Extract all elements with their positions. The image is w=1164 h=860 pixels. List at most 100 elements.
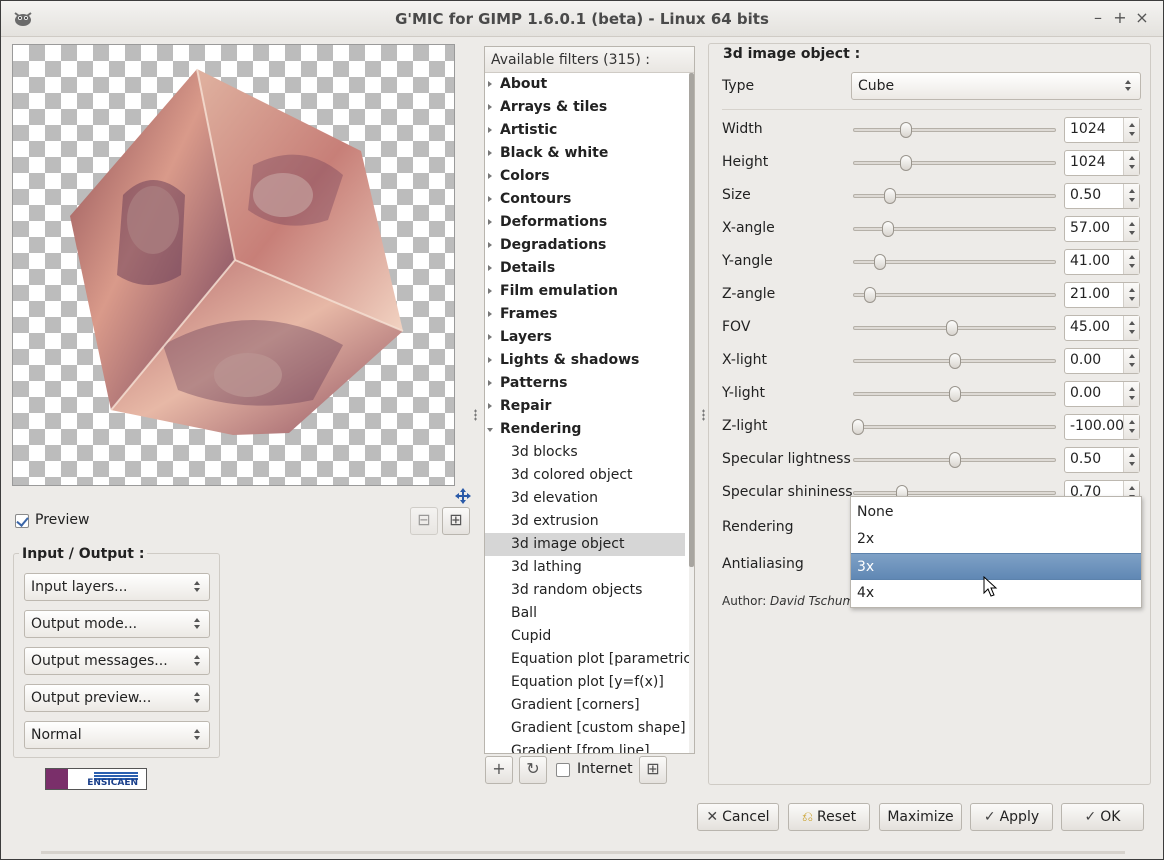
param-value[interactable]: -100.00 (1070, 418, 1124, 434)
output-mode-select[interactable]: Output mode... (24, 610, 210, 638)
preview-checkbox[interactable] (15, 514, 29, 528)
zoom-out-button[interactable]: ⊟ (410, 507, 438, 535)
param-spinbox[interactable]: 1024 (1064, 117, 1140, 143)
filter-item[interactable]: Equation plot [parametric] (485, 648, 694, 671)
param-slider[interactable] (853, 254, 1056, 270)
slider-handle[interactable] (948, 452, 961, 468)
output-preview-select[interactable]: Output preview... (24, 684, 210, 712)
ensicaen-logo[interactable]: ENSICAEN (45, 768, 147, 790)
filter-item[interactable]: 3d blocks (485, 441, 685, 464)
filter-category[interactable]: Frames (485, 303, 685, 326)
param-slider[interactable] (853, 485, 1056, 501)
spin-arrows-icon[interactable] (1123, 448, 1139, 472)
filter-category[interactable]: Details (485, 257, 685, 280)
param-spinbox[interactable]: -100.00 (1064, 414, 1140, 440)
collapsed-arrow-icon[interactable] (488, 334, 492, 340)
refresh-filters-button[interactable]: ↻ (519, 756, 547, 784)
add-fave-button[interactable]: + (485, 756, 513, 784)
spin-arrows-icon[interactable] (1123, 250, 1139, 274)
filter-item[interactable]: 3d colored object (485, 464, 685, 487)
slider-handle[interactable] (946, 320, 959, 336)
filter-category[interactable]: Deformations (485, 211, 685, 234)
param-slider[interactable] (853, 155, 1056, 171)
collapsed-arrow-icon[interactable] (488, 242, 492, 248)
param-spinbox[interactable]: 0.00 (1064, 381, 1140, 407)
minimize-button[interactable]: – (1089, 9, 1107, 27)
param-slider[interactable] (853, 353, 1056, 369)
spin-arrows-icon[interactable] (1123, 217, 1139, 241)
param-value[interactable]: 21.00 (1070, 286, 1110, 302)
maximize-button[interactable]: Maximize (879, 803, 962, 831)
filter-item-selected[interactable]: 3d image object (485, 533, 685, 556)
slider-handle[interactable] (864, 287, 877, 303)
param-spinbox[interactable]: 0.50 (1064, 183, 1140, 209)
collapsed-arrow-icon[interactable] (488, 380, 492, 386)
spin-arrows-icon[interactable] (1123, 382, 1139, 406)
filter-category[interactable]: Black & white (485, 142, 685, 165)
param-slider[interactable] (853, 122, 1056, 138)
maximize-window-button[interactable]: + (1111, 9, 1129, 27)
collapsed-arrow-icon[interactable] (488, 127, 492, 133)
spin-arrows-icon[interactable] (1123, 118, 1139, 142)
resize-grip[interactable] (41, 851, 1125, 854)
collapsed-arrow-icon[interactable] (488, 196, 492, 202)
spin-arrows-icon[interactable] (1123, 283, 1139, 307)
filter-category[interactable]: Film emulation (485, 280, 685, 303)
filter-category[interactable]: Degradations (485, 234, 685, 257)
slider-handle[interactable] (884, 188, 897, 204)
param-slider[interactable] (853, 452, 1056, 468)
filters-tree[interactable]: Available filters (315) : About Arrays & … (484, 46, 695, 754)
param-spinbox[interactable]: 41.00 (1064, 249, 1140, 275)
right-splitter-handle[interactable] (702, 409, 705, 421)
param-value[interactable]: 45.00 (1070, 319, 1110, 335)
collapsed-arrow-icon[interactable] (488, 265, 492, 271)
preview-canvas[interactable] (12, 44, 455, 486)
param-slider[interactable] (853, 287, 1056, 303)
filter-category[interactable]: Repair (485, 395, 685, 418)
ok-button[interactable]: ✓ OK (1061, 803, 1144, 831)
spin-arrows-icon[interactable] (1123, 349, 1139, 373)
spin-arrows-icon[interactable] (1123, 184, 1139, 208)
dropdown-option[interactable]: None (851, 499, 1141, 526)
filter-item[interactable]: Ball (485, 602, 685, 625)
param-spinbox[interactable]: 0.50 (1064, 447, 1140, 473)
collapsed-arrow-icon[interactable] (488, 104, 492, 110)
filters-scrollbar-thumb[interactable] (689, 73, 694, 567)
collapsed-arrow-icon[interactable] (488, 357, 492, 363)
filter-category[interactable]: Layers (485, 326, 685, 349)
spin-arrows-icon[interactable] (1123, 415, 1139, 439)
spin-arrows-icon[interactable] (1123, 151, 1139, 175)
param-value[interactable]: 0.00 (1070, 385, 1101, 401)
param-slider[interactable] (853, 386, 1056, 402)
filter-category[interactable]: Artistic (485, 119, 685, 142)
reset-button[interactable]: ⎌ Reset (788, 803, 870, 831)
param-spinbox[interactable]: 1024 (1064, 150, 1140, 176)
filter-item[interactable]: 3d elevation (485, 487, 685, 510)
filter-item[interactable]: Cupid (485, 625, 685, 648)
slider-handle[interactable] (948, 386, 961, 402)
left-splitter-handle[interactable] (474, 409, 477, 421)
collapsed-arrow-icon[interactable] (488, 150, 492, 156)
param-value[interactable]: 1024 (1070, 121, 1106, 137)
param-value[interactable]: 41.00 (1070, 253, 1110, 269)
filter-item[interactable]: 3d extrusion (485, 510, 685, 533)
move-preview-icon[interactable] (454, 487, 472, 505)
filter-item[interactable]: Gradient [custom shape] (485, 717, 686, 740)
filter-category[interactable]: Colors (485, 165, 685, 188)
collapsed-arrow-icon[interactable] (488, 81, 492, 87)
param-spinbox[interactable]: 21.00 (1064, 282, 1140, 308)
blend-mode-select[interactable]: Normal (24, 721, 210, 749)
param-value[interactable]: 0.50 (1070, 451, 1101, 467)
param-value[interactable]: 57.00 (1070, 220, 1110, 236)
filter-item[interactable]: 3d random objects (485, 579, 685, 602)
filter-category[interactable]: Patterns (485, 372, 685, 395)
collapsed-arrow-icon[interactable] (488, 219, 492, 225)
filter-category[interactable]: Arrays & tiles (485, 96, 685, 119)
filter-category[interactable]: Contours (485, 188, 685, 211)
filter-category[interactable]: About (485, 73, 685, 96)
collapsed-arrow-icon[interactable] (488, 403, 492, 409)
collapsed-arrow-icon[interactable] (488, 288, 492, 294)
param-slider[interactable] (852, 419, 1056, 435)
slider-handle[interactable] (948, 353, 961, 369)
filter-category[interactable]: Rendering (485, 418, 685, 441)
